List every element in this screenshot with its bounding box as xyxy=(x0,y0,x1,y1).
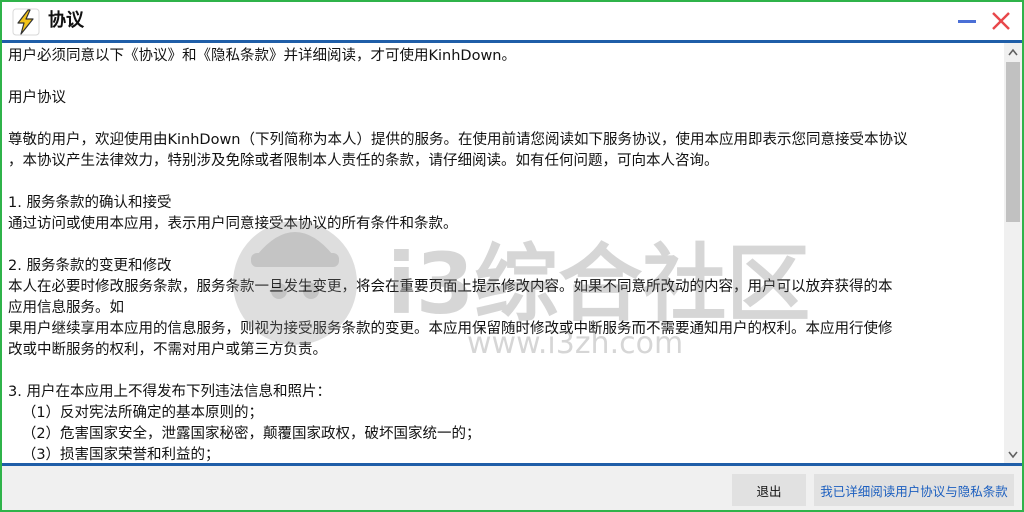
agreement-line: 用户协议 xyxy=(8,90,66,106)
agreement-line: 2. 服务条款的变更和修改 xyxy=(8,258,172,274)
agreement-text: 用户必须同意以下《协议》和《隐私条款》并详细阅读，才可使用KinhDown。 用户… xyxy=(2,43,1002,463)
agreement-line: ，本协议产生法律效力，特别涉及免除或者限制本人责任的条款，请仔细阅读。如有任何问… xyxy=(8,153,719,169)
minimize-icon xyxy=(958,20,976,23)
agreement-line: （1）反对宪法所确定的基本原则的； xyxy=(8,405,264,421)
agreement-line: 尊敬的用户，欢迎使用由KinhDown（下列简称为本人）提供的服务。在使用前请您… xyxy=(8,132,908,148)
close-icon xyxy=(992,12,1010,30)
agreement-line: 3. 用户在本应用上不得发布下列违法信息和照片： xyxy=(8,384,331,400)
agreement-line: 改或中断服务的权利，不需对用户或第三方负责。 xyxy=(8,342,327,358)
chevron-down-icon xyxy=(1008,451,1018,458)
agreement-line xyxy=(8,361,996,382)
agreement-line: 通过访问或使用本应用，表示用户同意接受本协议的所有条件和条款。 xyxy=(8,216,458,232)
vertical-scrollbar[interactable] xyxy=(1004,43,1022,463)
exit-button[interactable]: 退出 xyxy=(732,474,806,506)
scroll-thumb[interactable] xyxy=(1006,62,1020,222)
lightning-bolt-icon xyxy=(12,8,40,36)
agreement-line: 用户必须同意以下《协议》和《隐私条款》并详细阅读，才可使用KinhDown。 xyxy=(8,48,516,64)
footer: 退出 我已详细阅读用户协议与隐私条款 xyxy=(2,466,1022,510)
agreement-window: 协议 用户必须同意以下《协议》和《隐私条款》并详细阅读，才可使用KinhDown… xyxy=(0,0,1024,512)
agreement-line xyxy=(8,235,996,256)
close-button[interactable] xyxy=(988,8,1014,34)
agreement-line: 果用户继续享用本应用的信息服务，则视为接受服务条款的变更。本应用保留随时修改或中… xyxy=(8,321,893,337)
scroll-down-arrow[interactable] xyxy=(1004,446,1022,463)
window-title: 协议 xyxy=(48,10,84,31)
scroll-up-arrow[interactable] xyxy=(1004,43,1022,60)
minimize-button[interactable] xyxy=(954,8,980,34)
agreement-text-area[interactable]: 用户必须同意以下《协议》和《隐私条款》并详细阅读，才可使用KinhDown。 用户… xyxy=(2,43,1002,463)
agreement-line xyxy=(8,67,996,88)
agreement-line: （2）危害国家安全，泄露国家秘密，颠覆国家政权，破坏国家统一的； xyxy=(8,426,481,442)
titlebar[interactable]: 协议 xyxy=(2,2,1022,40)
agreement-line xyxy=(8,172,996,193)
agree-button[interactable]: 我已详细阅读用户协议与隐私条款 xyxy=(814,474,1014,506)
agreement-line: 1. 服务条款的确认和接受 xyxy=(8,195,172,211)
agreement-line: 应用信息服务。如 xyxy=(8,300,124,316)
chevron-up-icon xyxy=(1008,48,1018,55)
agreement-line: 本人在必要时修改服务条款，服务条款一旦发生变更，将会在重要页面上提示修改内容。如… xyxy=(8,279,893,295)
agreement-line xyxy=(8,109,996,130)
agreement-line: （3）损害国家荣誉和利益的； xyxy=(8,447,220,463)
